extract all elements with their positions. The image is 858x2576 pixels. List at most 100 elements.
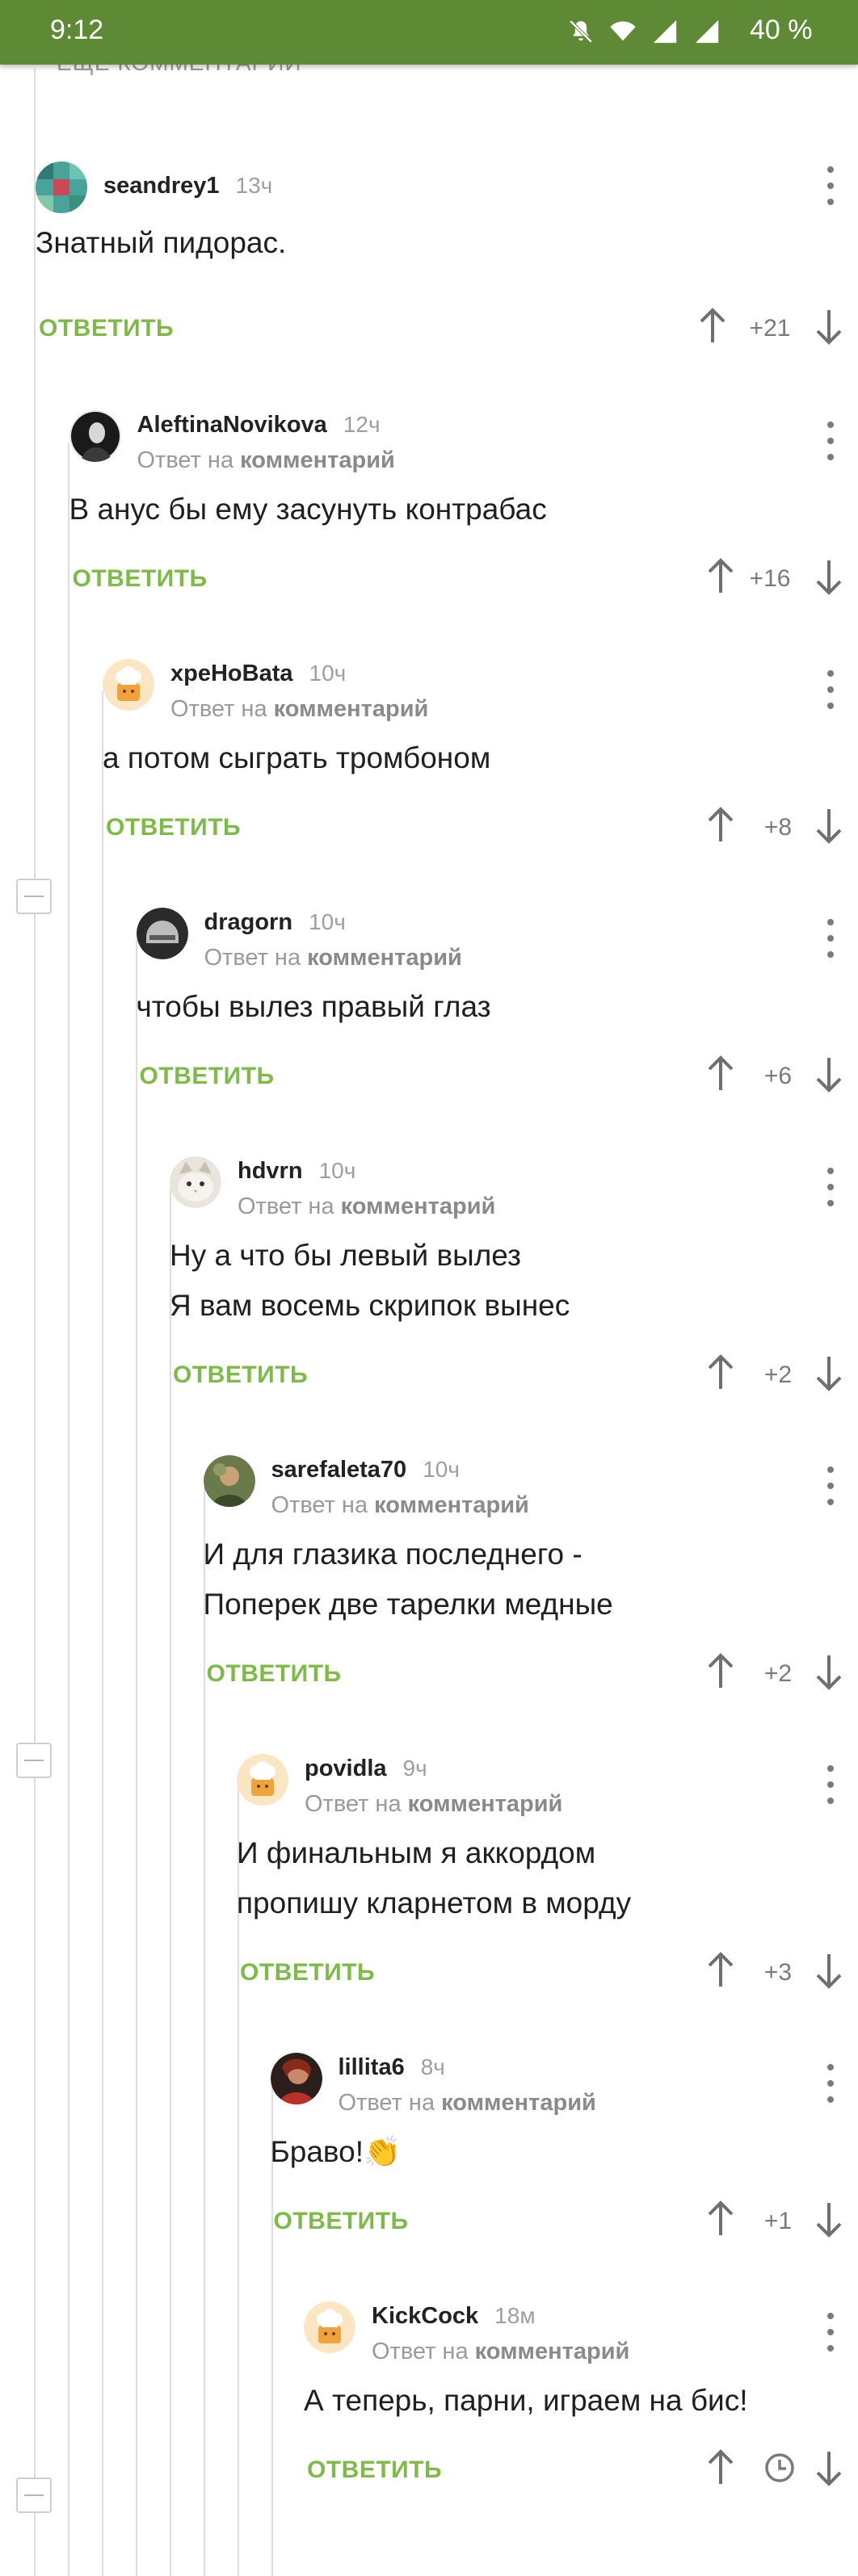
author-name[interactable]: KickCock (372, 2303, 478, 2329)
thread-line (102, 691, 103, 2576)
downvote-arrow-icon[interactable] (813, 1951, 845, 1990)
author-name[interactable]: xpeHoBata (170, 661, 293, 686)
comment-text-line: А теперь, парни, играем на бис! (304, 2384, 748, 2417)
collapse-thread-button[interactable] (16, 2477, 52, 2513)
upvote-arrow-icon[interactable] (696, 307, 729, 346)
author-name[interactable]: lillita6 (339, 2054, 405, 2080)
more-options-icon[interactable] (824, 422, 837, 464)
user-avatar[interactable] (270, 2053, 322, 2104)
reply-to-label: Ответ на комментарий (271, 1492, 529, 1519)
downvote-arrow-icon[interactable] (813, 1055, 845, 1093)
vote-score: +3 (763, 1959, 793, 1986)
collapse-thread-button[interactable] (16, 1743, 52, 1778)
more-options-icon[interactable] (824, 1168, 837, 1210)
comment-author[interactable]: seandrey1 13ч (103, 173, 272, 199)
author-name[interactable]: hdvrn (238, 1158, 303, 1184)
upvote-arrow-icon[interactable] (704, 2200, 737, 2238)
more-options-icon[interactable] (824, 670, 837, 712)
author-name[interactable]: dragorn (204, 909, 293, 935)
comment-text: И финальным я аккордом пропишу кларнетом … (237, 1828, 631, 1928)
reply-prefix: Ответ на (204, 945, 301, 971)
downvote-arrow-icon[interactable] (813, 1353, 845, 1392)
author-name[interactable]: povidla (305, 1756, 387, 1781)
upvote-arrow-icon[interactable] (704, 2448, 737, 2487)
upvote-arrow-icon[interactable] (704, 806, 737, 845)
comment-author[interactable]: KickCock 18м (372, 2303, 536, 2330)
user-avatar[interactable] (136, 908, 188, 959)
reply-target-link[interactable]: комментарий (475, 2339, 630, 2364)
comment-author[interactable]: lillita6 8ч (339, 2054, 445, 2081)
user-avatar[interactable] (237, 1754, 288, 1806)
reply-button[interactable]: ОТВЕТИТЬ (274, 2208, 409, 2235)
upvote-arrow-icon[interactable] (704, 1652, 737, 1691)
more-options-icon[interactable] (824, 919, 837, 961)
user-avatar[interactable] (170, 1156, 221, 1208)
thread-line (34, 68, 36, 2576)
more-options-icon[interactable] (824, 166, 837, 208)
reply-target-link[interactable]: комментарий (374, 1492, 529, 1518)
downvote-arrow-icon[interactable] (813, 307, 845, 346)
reply-target-link[interactable]: комментарий (441, 2090, 596, 2116)
upvote-arrow-icon[interactable] (704, 1951, 737, 1990)
reply-to-label: Ответ на комментарий (372, 2339, 629, 2365)
vote-score: +16 (749, 565, 791, 592)
reply-button[interactable]: ОТВЕТИТЬ (240, 1959, 375, 1987)
comment-text: В анус бы ему засунуть контрабас (69, 485, 547, 535)
comment-time: 10ч (309, 661, 347, 686)
user-avatar[interactable] (103, 659, 154, 711)
user-avatar[interactable] (69, 410, 121, 462)
status-icons (567, 18, 721, 45)
reply-button[interactable]: ОТВЕТИТЬ (39, 315, 174, 342)
author-name[interactable]: sarefaleta70 (271, 1457, 407, 1483)
comment-text-line: Я вам восемь скрипок вынес (170, 1289, 570, 1322)
reply-target-link[interactable]: комментарий (240, 447, 395, 473)
comment-author[interactable]: hdvrn 10ч (238, 1158, 355, 1185)
downvote-arrow-icon[interactable] (813, 806, 845, 845)
comment-author[interactable]: dragorn 10ч (204, 909, 346, 936)
reply-button[interactable]: ОТВЕТИТЬ (106, 814, 241, 841)
comment-author[interactable]: sarefaleta70 10ч (271, 1457, 460, 1483)
reply-target-link[interactable]: комментарий (274, 696, 429, 722)
comment-text: Ну а что бы левый вылез Я вам восемь скри… (170, 1231, 570, 1331)
reply-to-label: Ответ на комментарий (305, 1791, 562, 1818)
author-name[interactable]: seandrey1 (103, 173, 220, 199)
collapse-thread-button[interactable] (16, 879, 52, 914)
more-options-icon[interactable] (824, 2064, 837, 2106)
reply-target-link[interactable]: комментарий (307, 945, 462, 971)
comment-author[interactable]: xpeHoBata 10ч (170, 661, 346, 687)
downvote-arrow-icon[interactable] (813, 2200, 845, 2238)
comment-time: 12ч (343, 412, 381, 437)
user-avatar[interactable] (304, 2301, 355, 2353)
user-avatar[interactable] (203, 1455, 255, 1507)
user-avatar[interactable] (36, 162, 87, 213)
reply-to-label: Ответ на комментарий (238, 1194, 495, 1220)
reply-target-link[interactable]: комментарий (408, 1791, 563, 1817)
reply-button[interactable]: ОТВЕТИТЬ (140, 1063, 275, 1090)
upvote-arrow-icon[interactable] (704, 557, 737, 596)
comment-author[interactable]: povidla 9ч (305, 1756, 427, 1782)
reply-button[interactable]: ОТВЕТИТЬ (73, 565, 208, 593)
comment-author[interactable]: AleftinaNovikova 12ч (137, 412, 381, 438)
more-options-icon[interactable] (824, 1466, 837, 1508)
wifi-icon (610, 21, 636, 41)
reply-target-link[interactable]: комментарий (341, 1194, 496, 1219)
upvote-arrow-icon[interactable] (704, 1353, 737, 1392)
comment-text-line: Поперек две тарелки медные (203, 1588, 613, 1621)
upvote-arrow-icon[interactable] (704, 1055, 737, 1093)
signal-2-icon (695, 19, 719, 44)
downvote-arrow-icon[interactable] (813, 2448, 845, 2487)
comment-text-line: И для глазика последнего - (203, 1538, 583, 1571)
reply-button[interactable]: ОТВЕТИТЬ (207, 1660, 342, 1688)
reply-prefix: Ответ на (372, 2339, 469, 2364)
comment-text-line: а потом сыграть тромбоном (103, 741, 491, 774)
vote-score: +1 (763, 2208, 793, 2234)
author-name[interactable]: AleftinaNovikova (137, 412, 327, 438)
reply-button[interactable]: ОТВЕТИТЬ (173, 1361, 308, 1389)
pending-clock-icon (751, 2452, 808, 2490)
reply-button[interactable]: ОТВЕТИТЬ (307, 2456, 442, 2484)
reply-prefix: Ответ на (170, 696, 267, 722)
more-options-icon[interactable] (824, 2313, 837, 2355)
downvote-arrow-icon[interactable] (813, 1652, 845, 1691)
more-options-icon[interactable] (824, 1765, 837, 1807)
downvote-arrow-icon[interactable] (813, 557, 845, 596)
